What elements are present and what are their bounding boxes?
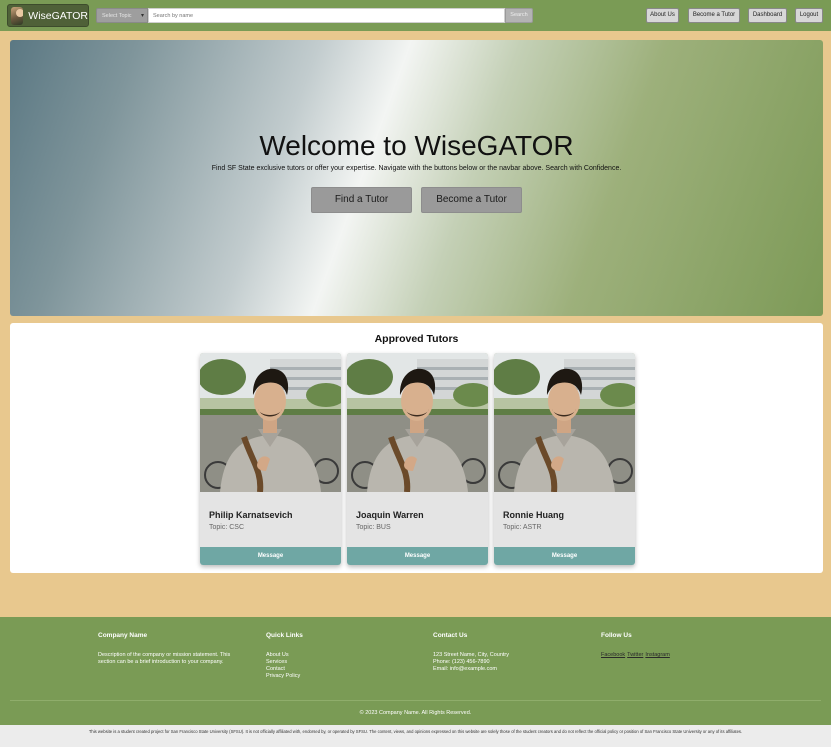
- tutor-topic: Topic: CSC: [209, 524, 245, 531]
- footer-quick-links-column: Quick Links About Us Services Contact Pr…: [266, 632, 416, 680]
- social-link-instagram[interactable]: Instagram: [645, 652, 669, 658]
- topic-select-label: Select Topic: [102, 13, 132, 19]
- tutor-topic: Topic: BUS: [356, 524, 391, 531]
- footer-link-privacy[interactable]: Privacy Policy: [266, 673, 416, 680]
- topic-select[interactable]: Select Topic ▾: [96, 8, 148, 23]
- tutor-card: Ronnie Huang Topic: ASTR Message: [494, 353, 635, 565]
- footer-link-contact[interactable]: Contact: [266, 666, 416, 673]
- tutor-photo: [347, 353, 488, 492]
- footer-company-heading: Company Name: [98, 632, 148, 639]
- find-tutor-button[interactable]: Find a Tutor: [311, 187, 412, 213]
- tutor-card: Philip Karnatsevich Topic: CSC Message: [200, 353, 341, 565]
- footer-phone: Phone: (123) 456-7890: [433, 659, 490, 665]
- footer: Company Name Description of the company …: [0, 617, 831, 725]
- footer-company-text: Description of the company or mission st…: [98, 652, 231, 665]
- message-button[interactable]: Message: [200, 547, 341, 565]
- hero-banner: Welcome to WiseGATOR Find SF State exclu…: [10, 40, 823, 316]
- message-button[interactable]: Message: [347, 547, 488, 565]
- tutor-topic: Topic: ASTR: [503, 524, 542, 531]
- tutor-photo: [200, 353, 341, 492]
- footer-contact-heading: Contact Us: [433, 632, 468, 639]
- search-button[interactable]: Search: [505, 8, 533, 23]
- approved-tutors-section: Approved Tutors Philip Karnatsevich Topi…: [10, 323, 823, 573]
- disclaimer-text: This website is a student created projec…: [0, 725, 831, 747]
- nav-become-tutor-button[interactable]: Become a Tutor: [688, 8, 740, 23]
- nav-logout-button[interactable]: Logout: [795, 8, 823, 23]
- become-tutor-button[interactable]: Become a Tutor: [421, 187, 522, 213]
- hero-title: Welcome to WiseGATOR: [259, 130, 574, 161]
- chevron-down-icon: ▾: [140, 13, 144, 19]
- search-input[interactable]: [148, 8, 505, 23]
- nav-about-us-button[interactable]: About Us: [646, 8, 679, 23]
- brand-logo-button[interactable]: WiseGATOR: [7, 4, 89, 27]
- footer-divider: [10, 700, 821, 701]
- tutor-card: Joaquin Warren Topic: BUS Message: [347, 353, 488, 565]
- footer-follow-column: Follow Us Facebook Twitter Instagram: [601, 632, 751, 659]
- section-title: Approved Tutors: [374, 333, 459, 345]
- footer-copyright: © 2023 Company Name. All Rights Reserved…: [359, 710, 472, 716]
- gator-logo-icon: [11, 6, 24, 25]
- navbar: WiseGATOR Select Topic ▾ Search About Us…: [0, 0, 831, 31]
- footer-link-services[interactable]: Services: [266, 659, 416, 666]
- footer-email: Email: info@example.com: [433, 666, 497, 672]
- social-link-facebook[interactable]: Facebook: [601, 652, 625, 658]
- tutor-photo: [494, 353, 635, 492]
- message-button[interactable]: Message: [494, 547, 635, 565]
- tutor-name: Joaquin Warren: [356, 510, 424, 520]
- social-links: Facebook Twitter Instagram: [601, 652, 751, 659]
- footer-company-column: Company Name Description of the company …: [98, 632, 248, 666]
- footer-address: 123 Street Name, City, Country: [433, 652, 510, 658]
- nav-dashboard-button[interactable]: Dashboard: [748, 8, 787, 23]
- footer-contact-column: Contact Us 123 Street Name, City, Countr…: [433, 632, 583, 673]
- brand-name: WiseGATOR: [28, 9, 88, 22]
- footer-link-about[interactable]: About Us: [266, 652, 416, 659]
- tutor-name: Philip Karnatsevich: [209, 510, 293, 520]
- tutor-name: Ronnie Huang: [503, 510, 564, 520]
- footer-follow-heading: Follow Us: [601, 632, 632, 639]
- hero-subtitle: Find SF State exclusive tutors or offer …: [211, 165, 622, 172]
- footer-quick-links-heading: Quick Links: [266, 632, 303, 639]
- social-link-twitter[interactable]: Twitter: [627, 652, 643, 658]
